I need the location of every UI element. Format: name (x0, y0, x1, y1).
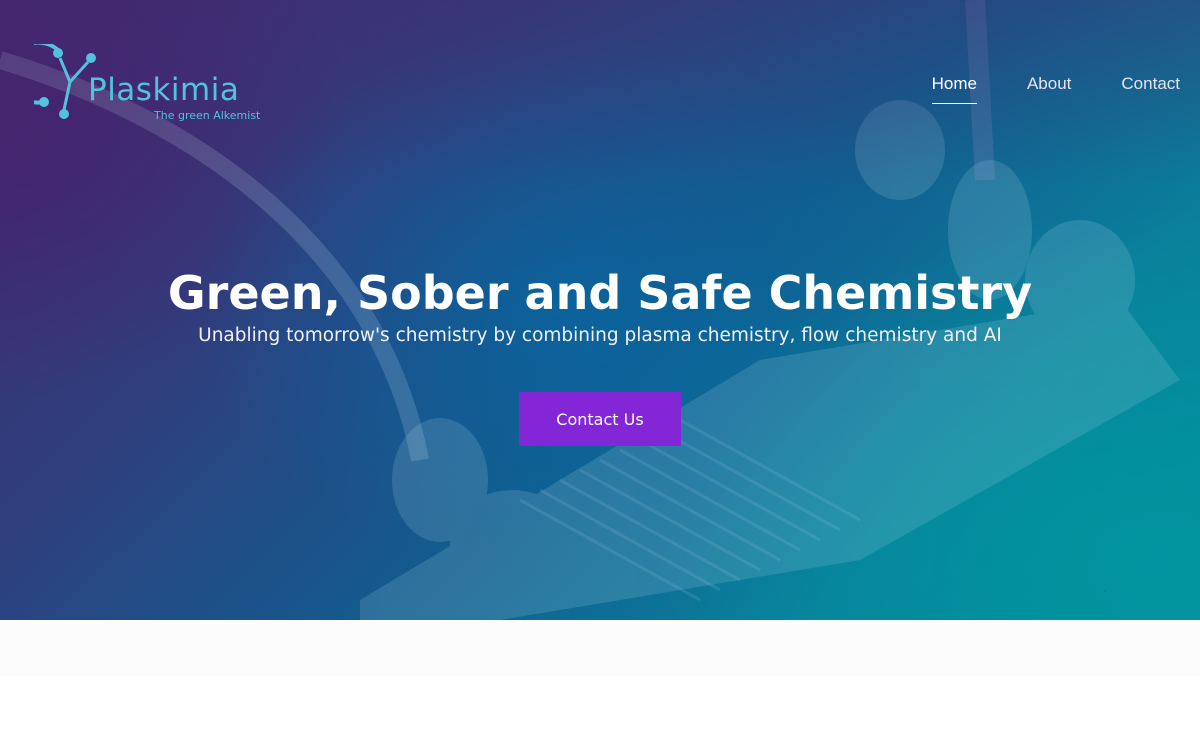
hero-section: Plaskimia The green Alkemist Home About … (0, 0, 1200, 620)
contact-us-button[interactable]: Contact Us (519, 392, 681, 446)
decorative-dot: · (1103, 584, 1107, 598)
content-section-start (0, 620, 1200, 676)
brand-name: Plaskimia (88, 72, 240, 108)
brand-logo[interactable]: Plaskimia The green Alkemist (34, 44, 294, 126)
main-nav: Home About Contact (931, 74, 1180, 104)
hero-subtitle: Unabling tomorrow's chemistry by combini… (198, 325, 1002, 346)
hero-title: Green, Sober and Safe Chemistry (167, 266, 1033, 320)
brand-tagline: The green Alkemist (154, 109, 261, 122)
nav-item-about[interactable]: About (1027, 74, 1071, 104)
nav-item-home[interactable]: Home (931, 74, 977, 104)
nav-item-contact[interactable]: Contact (1121, 74, 1180, 104)
